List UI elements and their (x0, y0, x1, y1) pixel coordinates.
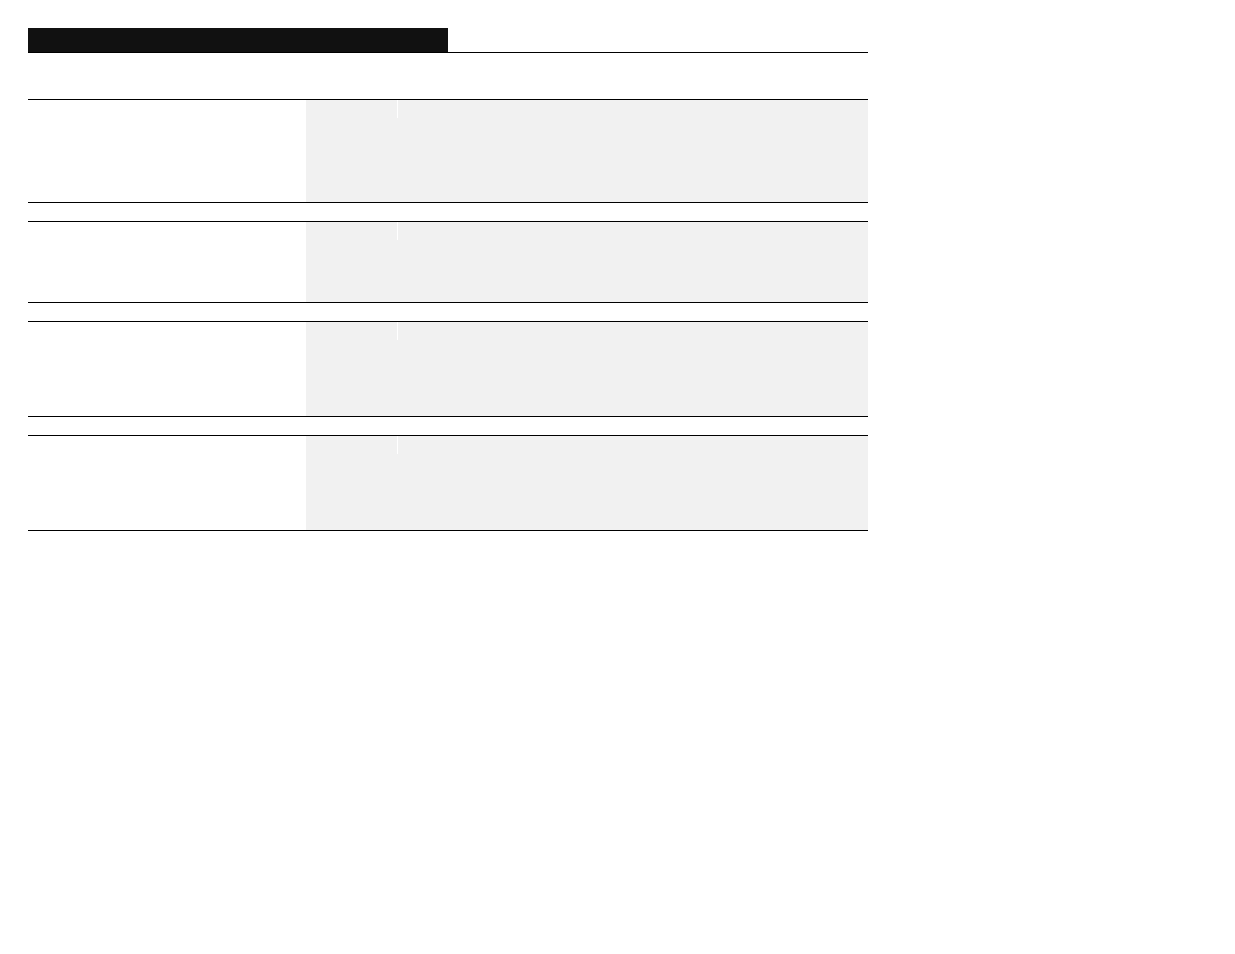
gap-2 (28, 303, 868, 321)
section-4-mid-col (306, 436, 398, 454)
section-1-body-right (398, 118, 868, 202)
section-2-body-right (398, 240, 868, 302)
document-page (28, 28, 868, 531)
section-4-right-col (398, 436, 868, 454)
header-spacer (28, 53, 868, 99)
section-1-label-col (28, 100, 306, 118)
section-4-body-mid (306, 454, 398, 530)
section-3-right-col (398, 322, 868, 340)
header-title-bar (28, 28, 448, 52)
section-3-body (28, 340, 868, 416)
section-1 (28, 99, 868, 203)
section-2 (28, 221, 868, 303)
section-2-body-mid (306, 240, 398, 302)
section-2-label-col (28, 222, 306, 240)
section-3-body-right (398, 340, 868, 416)
section-4-body (28, 454, 868, 530)
section-2-body (28, 240, 868, 302)
section-1-body (28, 118, 868, 202)
section-3-head (28, 322, 868, 340)
section-4-label-col (28, 436, 306, 454)
section-3-body-label (28, 340, 306, 416)
section-4-body-label (28, 454, 306, 530)
section-4 (28, 435, 868, 531)
section-3-body-mid (306, 340, 398, 416)
gap-1 (28, 203, 868, 221)
section-3-mid-col (306, 322, 398, 340)
section-3-label-col (28, 322, 306, 340)
section-2-mid-col (306, 222, 398, 240)
section-2-right-col (398, 222, 868, 240)
section-1-mid-col (306, 100, 398, 118)
section-1-head (28, 100, 868, 118)
section-2-head (28, 222, 868, 240)
section-1-right-col (398, 100, 868, 118)
section-2-body-label (28, 240, 306, 302)
section-3 (28, 321, 868, 417)
page-header-row (28, 28, 868, 53)
gap-3 (28, 417, 868, 435)
section-1-body-mid (306, 118, 398, 202)
section-1-body-label (28, 118, 306, 202)
section-4-body-right (398, 454, 868, 530)
section-4-head (28, 436, 868, 454)
section-4-bottom (28, 530, 868, 531)
